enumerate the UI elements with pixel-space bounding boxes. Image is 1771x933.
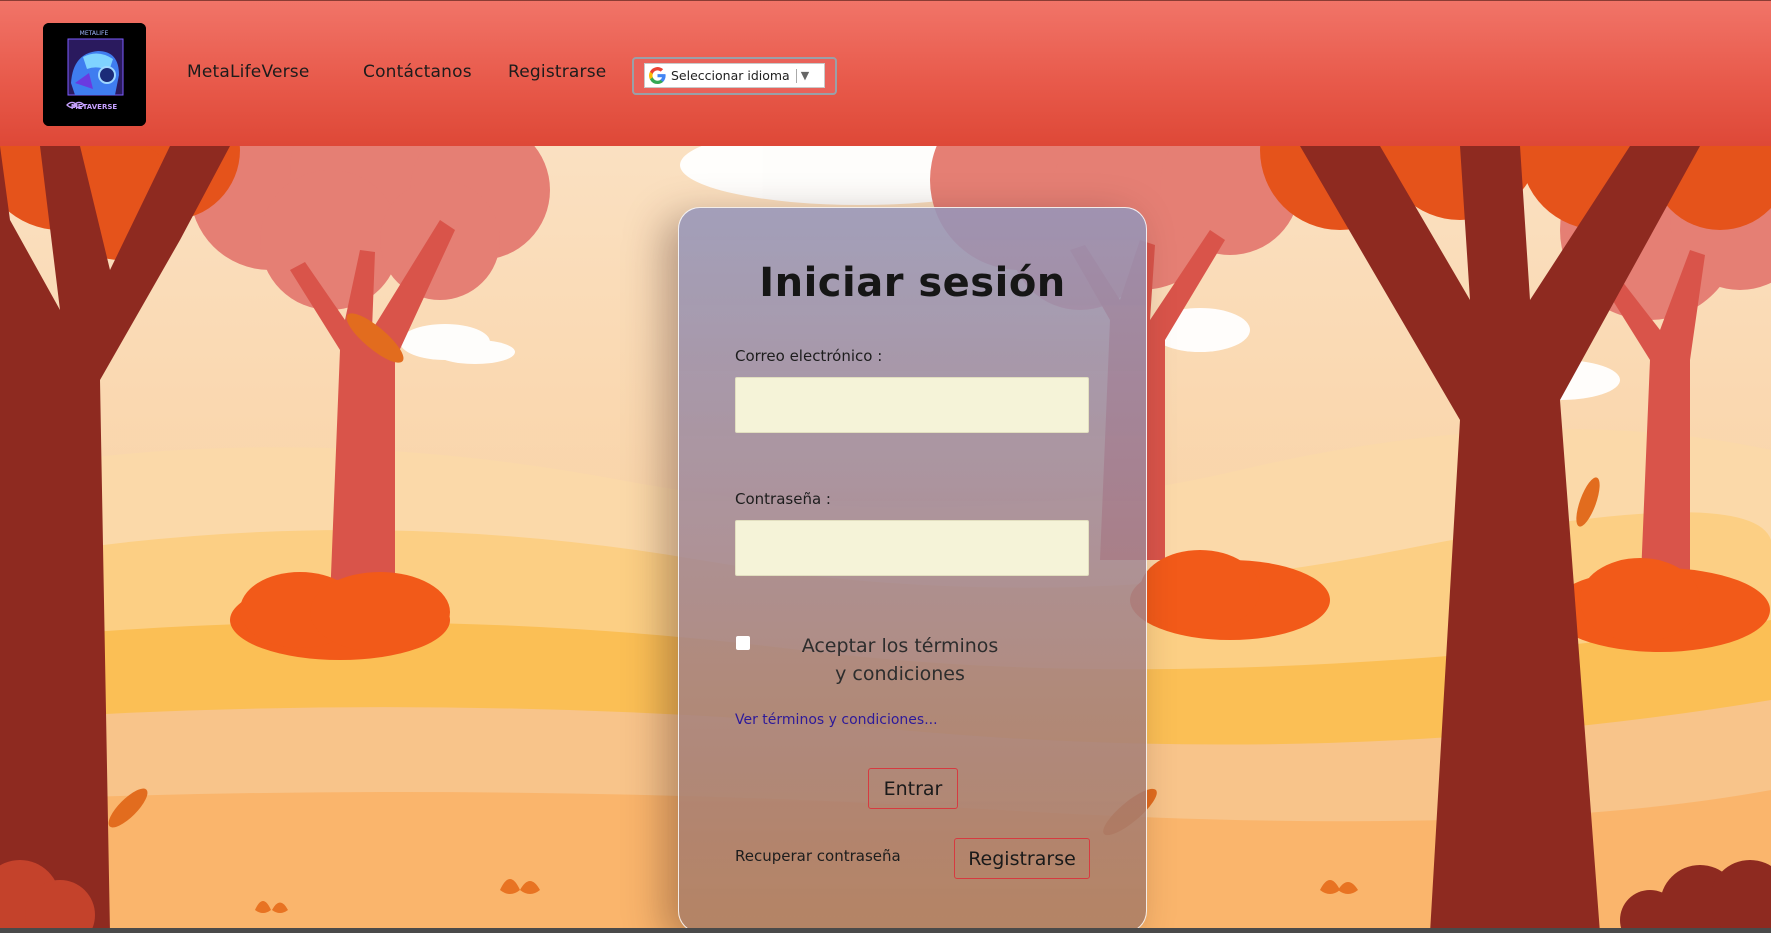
view-terms-link[interactable]: Ver términos y condiciones... — [735, 712, 938, 728]
top-navigation-bar: METALIFE METAVERSE MetaLifeVerse Contáct… — [0, 0, 1771, 146]
login-card: Iniciar sesión Correo electrónico : Cont… — [678, 207, 1147, 933]
nav-link-contactanos[interactable]: Contáctanos — [363, 62, 472, 82]
nav-link-metalifeverse[interactable]: MetaLifeVerse — [187, 62, 310, 82]
login-title: Iniciar sesión — [759, 260, 1066, 306]
caret-down-icon: ▼ — [800, 69, 810, 82]
google-g-icon — [649, 67, 666, 84]
register-button[interactable]: Registrarse — [954, 838, 1090, 879]
metalifeverse-logo[interactable]: METALIFE METAVERSE — [43, 23, 146, 126]
language-select-label: Seleccionar idioma — [671, 68, 790, 83]
recover-password-link[interactable]: Recuperar contraseña — [735, 847, 901, 865]
password-label: Contraseña : — [735, 490, 831, 508]
language-select[interactable]: Seleccionar idioma ▼ — [644, 63, 825, 88]
email-field[interactable] — [735, 377, 1089, 433]
email-label: Correo electrónico : — [735, 347, 883, 365]
logo-text-top: METALIFE — [80, 30, 109, 37]
terms-checkbox[interactable] — [736, 636, 750, 650]
submit-login-button[interactable]: Entrar — [868, 768, 958, 809]
bottom-edge — [0, 928, 1771, 933]
language-select-divider — [795, 68, 797, 83]
password-field[interactable] — [735, 520, 1089, 576]
robot-logo-icon: METALIFE METAVERSE — [43, 23, 146, 126]
terms-checkbox-label: Aceptar los términos y condiciones — [801, 635, 999, 685]
nav-link-registrarse[interactable]: Registrarse — [508, 62, 606, 82]
language-selector-container: Seleccionar idioma ▼ — [632, 57, 837, 95]
